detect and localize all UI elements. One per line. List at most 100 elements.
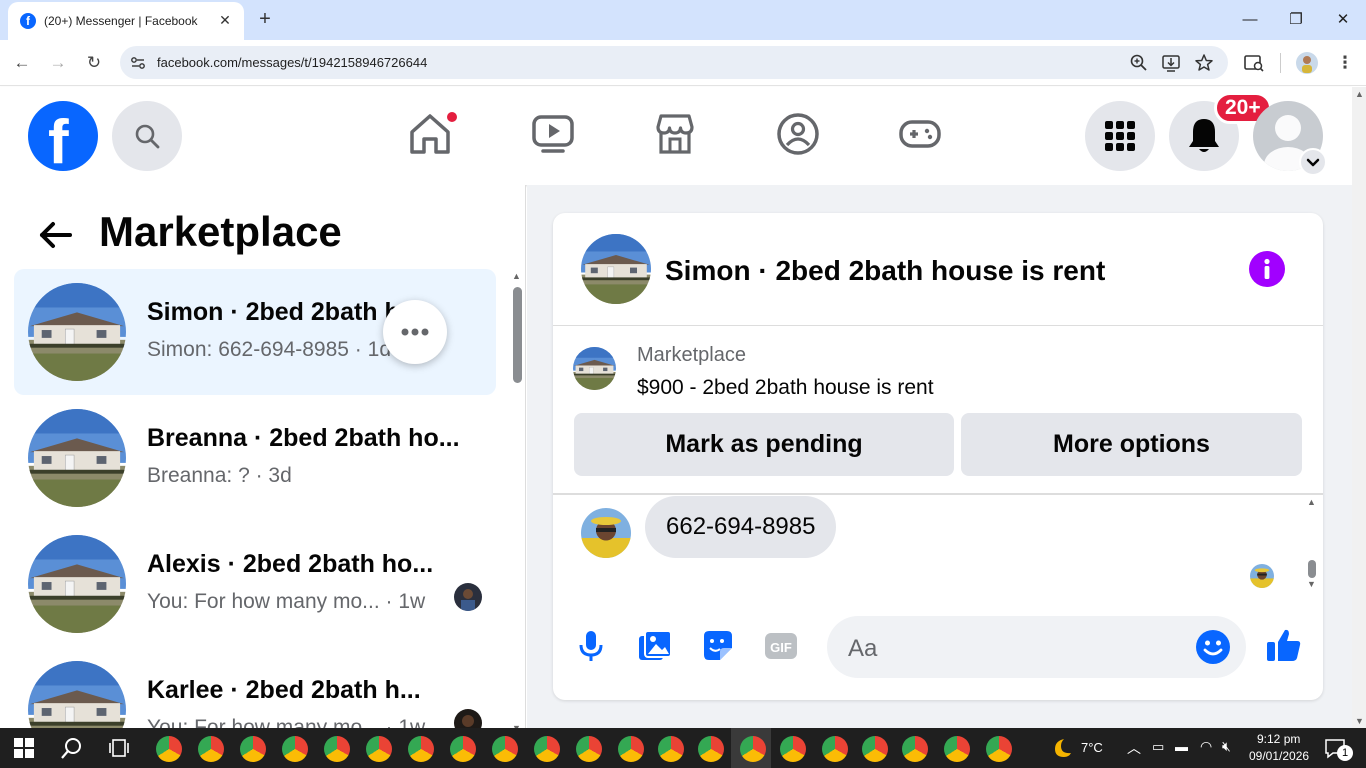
tab-search-icon[interactable] bbox=[1242, 51, 1266, 75]
marketplace-icon[interactable] bbox=[652, 111, 698, 157]
chat-title[interactable]: Simon · 2bed 2bath house is rent bbox=[665, 255, 1105, 287]
like-thumbs-up-icon[interactable] bbox=[1265, 626, 1303, 664]
chrome-taskbar-icon[interactable] bbox=[282, 736, 308, 762]
chrome-taskbar-icon[interactable] bbox=[986, 736, 1012, 762]
minimize-button[interactable]: — bbox=[1237, 8, 1263, 32]
conversation-options-button[interactable] bbox=[383, 300, 447, 364]
facebook-favicon-icon: f bbox=[20, 13, 36, 29]
chrome-taskbar-icon[interactable] bbox=[698, 736, 724, 762]
message-input-placeholder: Aa bbox=[848, 635, 878, 662]
marketplace-label: Marketplace bbox=[637, 344, 746, 366]
message-bubble[interactable]: 662-694-8985 bbox=[645, 496, 837, 558]
info-button[interactable] bbox=[1249, 251, 1285, 287]
omnibox[interactable]: facebook.com/messages/t/1942158946726644 bbox=[120, 46, 1228, 79]
chrome-taskbar-icon[interactable] bbox=[780, 736, 806, 762]
back-arrow-icon[interactable] bbox=[36, 215, 76, 255]
video-icon[interactable] bbox=[530, 111, 576, 157]
active-taskbar-item[interactable] bbox=[731, 728, 771, 768]
taskbar-search-icon[interactable] bbox=[60, 736, 84, 760]
seen-avatar bbox=[454, 583, 482, 611]
chat-scroll-up[interactable]: ▲ bbox=[1307, 497, 1316, 507]
site-settings-icon[interactable] bbox=[128, 53, 148, 73]
more-options-button[interactable]: More options bbox=[961, 413, 1302, 476]
chrome-taskbar-icon[interactable] bbox=[618, 736, 644, 762]
chrome-taskbar-icon[interactable] bbox=[408, 736, 434, 762]
chrome-taskbar-icon[interactable] bbox=[658, 736, 684, 762]
listing-price-title[interactable]: $900 - 2bed 2bath house is rent bbox=[637, 376, 934, 400]
browser-tab[interactable]: f (20+) Messenger | Facebook ✕ bbox=[8, 2, 244, 40]
conversation-snippet: You: For how many mo... · 1w bbox=[147, 590, 426, 613]
battery-icon[interactable]: ▬ bbox=[1175, 739, 1188, 754]
chrome-taskbar-icon[interactable] bbox=[366, 736, 392, 762]
chrome-taskbar-icon[interactable] bbox=[240, 736, 266, 762]
forward-button[interactable]: → bbox=[46, 51, 70, 75]
close-tab-icon[interactable]: ✕ bbox=[216, 11, 234, 29]
message-input[interactable]: Aa bbox=[827, 616, 1246, 678]
account-menu-chevron[interactable] bbox=[1299, 148, 1327, 176]
menu-button[interactable] bbox=[1085, 101, 1155, 171]
tray-overflow-chevron-icon[interactable]: ︿ bbox=[1127, 738, 1141, 758]
close-window-button[interactable]: ✕ bbox=[1330, 8, 1356, 32]
windows-start-icon[interactable] bbox=[14, 738, 34, 758]
toolbar-divider bbox=[1280, 53, 1281, 73]
scroll-thumb[interactable] bbox=[513, 287, 522, 383]
menu-grid-icon bbox=[1105, 121, 1135, 151]
emoji-icon[interactable] bbox=[1195, 629, 1231, 665]
wifi-icon[interactable]: ◠ bbox=[1200, 738, 1212, 755]
sticker-icon[interactable] bbox=[700, 628, 736, 664]
photo-icon[interactable] bbox=[637, 628, 673, 664]
url-text: facebook.com/messages/t/1942158946726644 bbox=[157, 55, 428, 70]
listing-divider bbox=[553, 493, 1323, 495]
listing-thumbnail bbox=[28, 283, 126, 381]
clock-time[interactable]: 9:12 pm bbox=[1257, 732, 1300, 746]
reload-button[interactable]: ↻ bbox=[82, 51, 106, 75]
chrome-taskbar-icon[interactable] bbox=[822, 736, 848, 762]
weather-temperature[interactable]: 7°C bbox=[1081, 740, 1103, 755]
chrome-taskbar-icon[interactable] bbox=[450, 736, 476, 762]
groups-icon[interactable] bbox=[775, 111, 821, 157]
gaming-icon[interactable] bbox=[897, 111, 943, 157]
chrome-taskbar-icon[interactable] bbox=[534, 736, 560, 762]
chrome-taskbar-icon[interactable] bbox=[156, 736, 182, 762]
search-button[interactable] bbox=[112, 101, 182, 171]
chat-scroll-thumb[interactable] bbox=[1308, 560, 1316, 578]
meet-now-icon[interactable]: ▭ bbox=[1152, 739, 1164, 755]
facebook-top-bar: f 20+ bbox=[0, 87, 1352, 185]
chrome-taskbar-icon[interactable] bbox=[902, 736, 928, 762]
back-button[interactable]: ← bbox=[10, 51, 34, 75]
task-view-icon[interactable] bbox=[108, 737, 130, 759]
clock-date[interactable]: 09/01/2026 bbox=[1249, 749, 1309, 763]
conversation-list-panel: Marketplace Simon · 2bed 2bath h... Simo… bbox=[0, 185, 526, 728]
mark-as-pending-button[interactable]: Mark as pending bbox=[574, 413, 954, 476]
marketplace-listing-thumbnail[interactable] bbox=[573, 347, 616, 390]
conversation-item[interactable]: Breanna · 2bed 2bath ho... Breanna: ? · … bbox=[14, 395, 496, 521]
new-tab-button[interactable]: + bbox=[254, 8, 276, 30]
chrome-taskbar-icon[interactable] bbox=[862, 736, 888, 762]
weather-moon-icon[interactable] bbox=[1050, 737, 1072, 759]
panel-title: Marketplace bbox=[99, 208, 342, 255]
facebook-logo[interactable]: f bbox=[28, 101, 98, 171]
chrome-taskbar-icon[interactable] bbox=[576, 736, 602, 762]
microphone-icon[interactable] bbox=[573, 628, 609, 664]
page-scrollbar[interactable]: ▲ ▼ bbox=[1352, 87, 1366, 728]
zoom-icon[interactable] bbox=[1128, 52, 1150, 74]
bookmark-star-icon[interactable] bbox=[1193, 52, 1215, 74]
chrome-taskbar-icon[interactable] bbox=[492, 736, 518, 762]
conversation-item[interactable]: Karlee · 2bed 2bath h... You: For how ma… bbox=[14, 647, 496, 728]
volume-muted-icon[interactable]: 🔇︎ bbox=[1222, 738, 1231, 755]
chat-scroll-down[interactable]: ▼ bbox=[1307, 579, 1316, 589]
install-app-icon[interactable] bbox=[1160, 52, 1182, 74]
chrome-taskbar-icon[interactable] bbox=[324, 736, 350, 762]
conversation-item[interactable]: Alexis · 2bed 2bath ho... You: For how m… bbox=[14, 521, 496, 647]
chrome-menu-icon[interactable]: ⋮ bbox=[1333, 51, 1357, 75]
sender-avatar[interactable] bbox=[581, 508, 631, 558]
chrome-taskbar-icon[interactable] bbox=[944, 736, 970, 762]
conversation-name: Breanna · 2bed 2bath ho... bbox=[147, 424, 460, 452]
conversation-name: Alexis · 2bed 2bath ho... bbox=[147, 550, 434, 578]
chrome-taskbar-icon bbox=[740, 736, 766, 762]
gif-icon[interactable]: GIF bbox=[763, 628, 799, 664]
chrome-taskbar-icon[interactable] bbox=[198, 736, 224, 762]
chat-listing-thumbnail[interactable] bbox=[581, 234, 651, 304]
profile-avatar-icon[interactable] bbox=[1295, 51, 1319, 75]
restore-button[interactable]: ❐ bbox=[1283, 8, 1309, 32]
